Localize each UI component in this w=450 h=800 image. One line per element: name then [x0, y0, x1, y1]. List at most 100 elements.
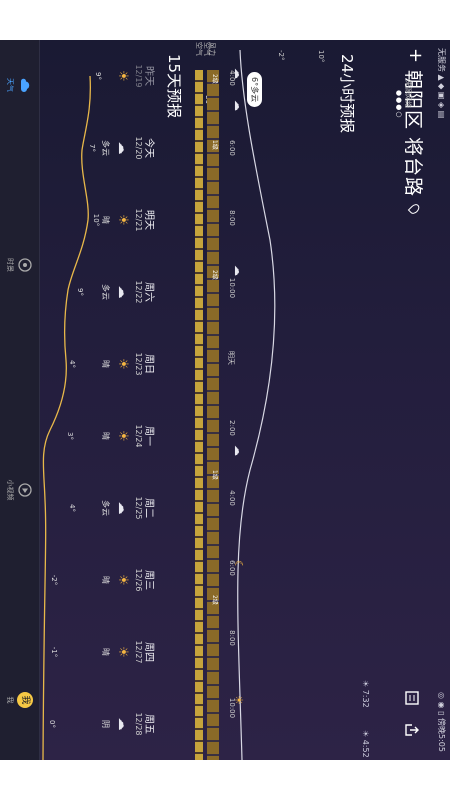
day-condition: 多云 — [101, 140, 110, 156]
hourly-forecast[interactable]: 10° -2° 6°多云 ☁ ☁ ☁ ☁ ☾ ☀ 空气 86 — [203, 40, 330, 760]
day-weekday: 昨天 — [143, 66, 154, 86]
day-date: 12/20 — [134, 136, 143, 160]
cloud-icon — [21, 78, 30, 92]
wind-level: 1级 — [211, 140, 218, 150]
tick: 6:00 — [228, 140, 236, 156]
day-temp: -2° — [50, 574, 58, 586]
day-temp: 10° — [92, 213, 100, 227]
tick: 8:00 — [228, 630, 236, 646]
day-date: 12/21 — [134, 208, 143, 232]
nav-label: 小视频 — [6, 479, 14, 501]
tick: 明天 — [227, 351, 235, 365]
day-condition: 晴 — [101, 360, 110, 368]
aqi-row-label: 空气 — [195, 42, 203, 56]
sun-icon: ☀ — [115, 574, 130, 586]
day-condition: 多云 — [101, 284, 110, 300]
day-date: 12/22 — [134, 280, 143, 304]
tick: 10:00 — [228, 697, 236, 719]
location-pin-icon — [407, 202, 422, 216]
day-condition: 阴 — [101, 720, 110, 728]
day-date: 12/26 — [134, 568, 143, 592]
day-temp: 4° — [68, 360, 76, 368]
day-date: 12/23 — [134, 352, 143, 376]
rotated-viewport: 无服务 ▲ ◆ ▣ ◈ ▤ ◎ ◉ ▯ 傍晚5:05 + 朝阳区 将台路 来源网… — [0, 0, 450, 800]
day-weekday: 周一 — [143, 426, 154, 446]
wind-level: 2级 — [211, 74, 218, 84]
hourly-ticks: 4:00 6:00 8:00 10:00 明天 2:00 4:00 6:00 8… — [224, 40, 236, 760]
nav-label: 我 — [6, 696, 14, 704]
nav-label: 时景 — [6, 258, 14, 272]
nav-scenes[interactable]: 时景 — [0, 220, 39, 310]
day-date: 12/25 — [134, 496, 143, 520]
day-temp: 7° — [88, 144, 96, 152]
wind-label: 风力 — [208, 42, 216, 56]
day-temp: -1° — [50, 646, 58, 658]
add-city-button[interactable]: + — [405, 48, 426, 63]
sunrise-time: ☀ 7:32 — [361, 680, 370, 708]
cloud-icon: ☁ — [115, 141, 130, 155]
status-left: 无服务 ▲ ◆ ▣ ◈ ▤ — [437, 48, 446, 119]
day-weekday: 周五 — [143, 714, 154, 734]
wind-level: 2级 — [211, 595, 218, 605]
play-icon — [18, 483, 32, 497]
day-weekday: 周日 — [143, 354, 154, 374]
daily-forecast[interactable]: 昨天 12/19 ☀ 9° 今天 12/20 ☁ 多云 7° 明天 12/21 … — [40, 40, 160, 760]
day-condition: 晴 — [101, 216, 110, 224]
cloud-icon: ☁ — [115, 501, 130, 515]
page-dots: ●●●○ — [395, 90, 403, 119]
day-weekday: 明天 — [143, 210, 154, 230]
aqi-bar — [195, 70, 203, 760]
tick: 8:00 — [228, 210, 236, 226]
hourly-title: 24小时预报 — [338, 54, 356, 134]
nav-me[interactable]: 我 我 — [0, 655, 39, 745]
tick: 4:00 — [228, 70, 236, 86]
sunset-value: 4:52 — [361, 739, 370, 758]
tick: 2:00 — [228, 420, 236, 436]
nav-video[interactable]: 小视频 — [0, 445, 39, 535]
day-weekday: 周四 — [143, 642, 154, 662]
wind-level: 2级 — [211, 270, 218, 280]
wind-level: 1级 — [211, 470, 218, 480]
user-icon: 我 — [17, 692, 33, 708]
tick: 10:00 — [228, 277, 236, 299]
day-weekday: 周三 — [143, 570, 154, 590]
sun-icon: ☀ — [115, 70, 130, 82]
sun-icon: ☀ — [115, 214, 130, 226]
camera-icon — [18, 258, 32, 272]
sun-icon: ☀ — [115, 646, 130, 658]
nav-label: 天气 — [6, 78, 14, 92]
wind-bar: 2级 1级 2级 1级 2级 — [207, 70, 219, 760]
sunset-time: ☀ 4:52 — [361, 730, 370, 758]
day-weekday: 周二 — [143, 498, 154, 518]
bottom-nav: 天气 时景 小视频 我 我 — [0, 40, 40, 760]
day-date: 12/24 — [134, 424, 143, 448]
day-condition: 多云 — [101, 500, 110, 516]
data-source: 来源网络 — [404, 80, 412, 108]
tick: 6:00 — [228, 560, 236, 576]
day-weekday: 周六 — [143, 282, 154, 302]
screen: 无服务 ▲ ◆ ▣ ◈ ▤ ◎ ◉ ▯ 傍晚5:05 + 朝阳区 将台路 来源网… — [0, 0, 450, 800]
day-temp: 9° — [76, 288, 84, 296]
day-temp: 9° — [94, 72, 102, 80]
day-weekday: 今天 — [143, 138, 154, 158]
day-date: 12/28 — [134, 712, 143, 736]
notes-icon[interactable] — [402, 690, 420, 708]
status-bar: 无服务 ▲ ◆ ▣ ◈ ▤ ◎ ◉ ▯ 傍晚5:05 — [434, 40, 450, 760]
cloud-icon: ☁ — [115, 285, 130, 299]
hourly-temp-curve — [237, 49, 276, 760]
day-date: 12/27 — [134, 640, 143, 664]
weather-app: 无服务 ▲ ◆ ▣ ◈ ▤ ◎ ◉ ▯ 傍晚5:05 + 朝阳区 将台路 来源网… — [0, 40, 450, 760]
sun-icon: ☀ — [115, 430, 130, 442]
day-condition: 晴 — [101, 432, 110, 440]
tick: 4:00 — [228, 490, 236, 506]
day-date: 12/19 — [134, 64, 143, 88]
day-temp: 3° — [66, 432, 74, 440]
share-icon[interactable] — [402, 722, 420, 740]
nav-weather[interactable]: 天气 — [0, 40, 39, 130]
day-condition: 晴 — [101, 648, 110, 656]
daily-title: 15天预报 — [165, 54, 183, 119]
cloud-icon: ☁ — [115, 717, 130, 731]
status-right: ◎ ◉ ▯ 傍晚5:05 — [437, 692, 446, 752]
sunrise-value: 7:32 — [361, 689, 370, 708]
day-temp: 0° — [48, 720, 56, 728]
